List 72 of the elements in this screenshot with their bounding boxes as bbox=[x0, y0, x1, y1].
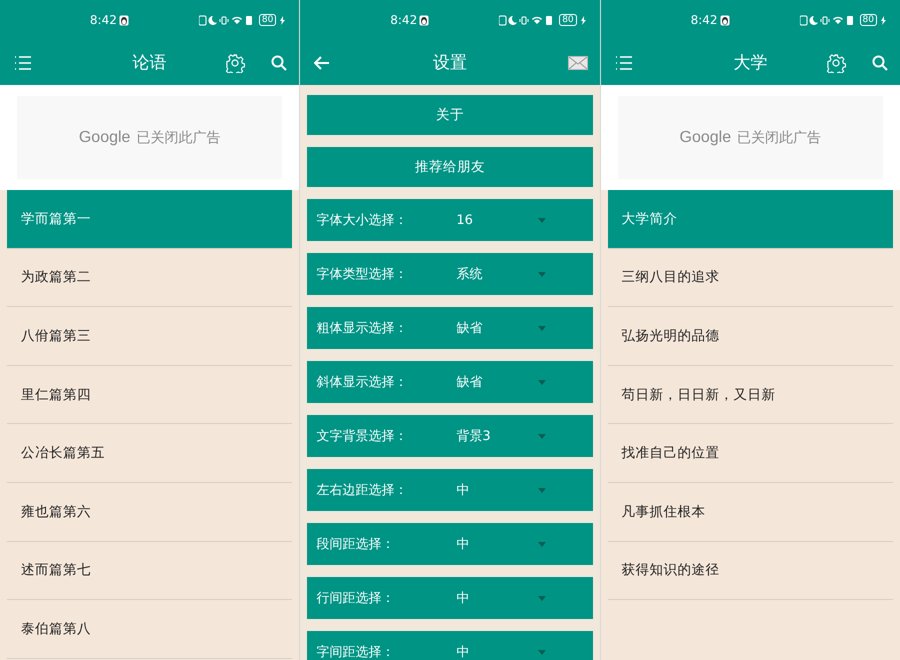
search-button[interactable] bbox=[872, 54, 888, 70]
battery-level: 80 bbox=[860, 14, 877, 26]
status-icons bbox=[198, 14, 255, 26]
settings-button[interactable]: 推荐给朋友 bbox=[307, 147, 593, 187]
setting-label: 字体类型选择： bbox=[316, 266, 408, 283]
chapter-item[interactable]: 大学简介 bbox=[608, 190, 893, 249]
setting-label: 字间距选择： bbox=[316, 644, 396, 660]
screen-title: 大学 bbox=[733, 52, 768, 74]
status-icons bbox=[800, 14, 856, 26]
penguin-icon bbox=[419, 14, 430, 26]
charging-icon bbox=[280, 16, 286, 24]
clock-time: 8:42 bbox=[390, 13, 418, 27]
charging-icon bbox=[580, 16, 586, 24]
dropdown-value[interactable]: 缺省 bbox=[456, 319, 482, 337]
chapter-item[interactable]: 获得知识的途径 bbox=[608, 542, 893, 600]
dropdown-caret-icon bbox=[538, 326, 546, 330]
ad-brand: Google bbox=[680, 128, 732, 146]
dropdown-value[interactable]: 背景3 bbox=[456, 427, 491, 445]
settings-icon bbox=[826, 52, 846, 72]
setting-label: 段间距选择： bbox=[316, 536, 396, 553]
setting-label: 左右边距选择： bbox=[316, 482, 408, 499]
dropdown-value[interactable]: 缺省 bbox=[456, 373, 482, 391]
dropdown-value[interactable]: 中 bbox=[456, 643, 470, 660]
dropdown-caret-icon bbox=[538, 434, 546, 438]
setting-label: 文字背景选择： bbox=[316, 428, 408, 445]
dropdown-caret-icon bbox=[538, 272, 546, 276]
search-icon bbox=[872, 54, 888, 70]
ad-message: 已关闭此广告 bbox=[136, 128, 220, 146]
dropdown-value[interactable]: 16 bbox=[456, 212, 473, 228]
penguin-icon bbox=[118, 14, 129, 26]
chapter-item[interactable]: 为政篇第二 bbox=[7, 248, 292, 308]
dropdown-caret-icon bbox=[538, 380, 546, 384]
ad-message: 已关闭此广告 bbox=[737, 128, 822, 146]
screen-title: 设置 bbox=[432, 52, 467, 74]
dropdown-value[interactable]: 系统 bbox=[456, 265, 482, 283]
back-button[interactable] bbox=[314, 56, 330, 70]
chapter-item[interactable]: 述而篇第七 bbox=[7, 542, 292, 600]
setting-label: 粗体显示选择： bbox=[316, 320, 408, 337]
battery-level: 80 bbox=[258, 14, 276, 26]
dropdown-caret-icon bbox=[538, 542, 546, 546]
search-button[interactable] bbox=[271, 54, 288, 70]
back-arrow-icon bbox=[314, 56, 330, 70]
search-icon bbox=[271, 54, 288, 70]
settings-button[interactable]: 关于 bbox=[307, 95, 593, 135]
mail-button[interactable] bbox=[568, 56, 588, 70]
setting-label: 行间距选择： bbox=[316, 590, 396, 607]
settings-button[interactable] bbox=[225, 52, 246, 72]
ad-brand: Google bbox=[78, 128, 130, 146]
dropdown-caret-icon bbox=[538, 650, 546, 654]
clock-time: 8:42 bbox=[690, 13, 718, 27]
dropdown-value[interactable]: 中 bbox=[456, 481, 470, 499]
chapter-item[interactable]: 三纲八目的追求 bbox=[608, 248, 893, 308]
clock-time: 8:42 bbox=[90, 13, 117, 27]
chapter-item[interactable]: 学而篇第一 bbox=[7, 190, 292, 249]
dropdown-value[interactable]: 中 bbox=[456, 589, 470, 607]
dropdown-caret-icon bbox=[538, 218, 546, 222]
settings-icon bbox=[225, 52, 246, 72]
battery-level: 80 bbox=[559, 14, 577, 26]
menu-button[interactable] bbox=[14, 56, 32, 70]
menu-icon bbox=[14, 56, 32, 70]
setting-label: 斜体显示选择： bbox=[316, 374, 408, 391]
dropdown-caret-icon bbox=[538, 596, 546, 600]
dropdown-value[interactable]: 中 bbox=[456, 535, 470, 553]
screen-title: 论语 bbox=[132, 52, 167, 74]
settings-button[interactable] bbox=[826, 52, 846, 72]
penguin-icon bbox=[720, 14, 730, 26]
menu-icon bbox=[614, 56, 633, 70]
setting-label: 字体大小选择： bbox=[316, 212, 408, 229]
dropdown-caret-icon bbox=[538, 488, 546, 492]
menu-button[interactable] bbox=[614, 56, 633, 70]
charging-icon bbox=[880, 16, 886, 24]
mail-icon bbox=[568, 56, 588, 70]
